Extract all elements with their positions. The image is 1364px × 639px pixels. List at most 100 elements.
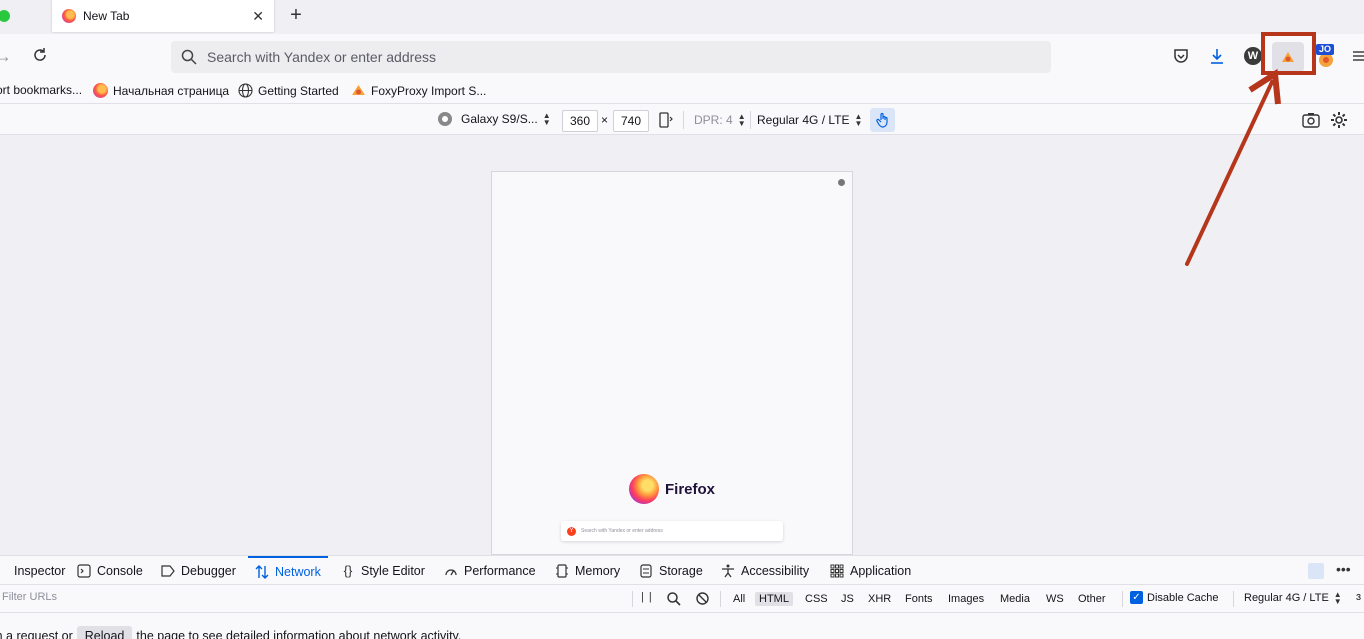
touch-simulation-button[interactable] <box>870 108 895 132</box>
tab-label: Network <box>275 564 321 579</box>
viewport-search-box[interactable]: Y Search with Yandex or enter address <box>561 521 783 541</box>
throttle-value: Regular 4G / LTE <box>757 113 850 127</box>
reload-icon[interactable] <box>32 47 48 63</box>
filter-all[interactable]: All <box>729 592 749 606</box>
network-throttling-select[interactable]: Regular 4G / LTE ▲ ▼ <box>1244 591 1342 606</box>
toolbar-separator <box>1122 591 1123 607</box>
select-arrows-icon: ▲ ▼ <box>542 111 551 127</box>
filter-ws[interactable]: WS <box>1042 592 1068 606</box>
url-input[interactable] <box>207 49 1007 65</box>
gear-icon[interactable] <box>838 179 845 186</box>
device-name: Galaxy S9/S... <box>461 112 538 126</box>
disable-cache-checkbox[interactable]: ✓ Disable Cache <box>1130 591 1219 604</box>
memory-icon <box>556 563 568 578</box>
search-icon[interactable] <box>667 592 681 606</box>
tab-label: Console <box>97 563 143 578</box>
foxyproxy-icon <box>352 85 365 95</box>
firefox-icon <box>93 83 108 98</box>
filter-js[interactable]: JS <box>837 592 858 606</box>
har-menu-icon[interactable]: ɜ <box>1356 591 1361 603</box>
dpr-value: DPR: 4 <box>694 113 733 127</box>
dock-side-icon[interactable] <box>1308 563 1324 579</box>
filter-xhr[interactable]: XHR <box>864 592 895 606</box>
forward-icon[interactable]: → <box>0 46 12 67</box>
firefox-wordmark: Firefox <box>665 480 716 498</box>
message-post: the page to see detailed information abo… <box>136 629 462 639</box>
tab-label: Storage <box>659 563 703 578</box>
dpr-selector[interactable]: DPR: 4 ▲ ▼ <box>694 112 746 128</box>
bookmark-getting-started[interactable]: Getting Started <box>238 83 339 98</box>
bookmark-label: Getting Started <box>258 83 339 98</box>
block-icon[interactable] <box>696 592 709 605</box>
tab-debugger[interactable]: Debugger <box>161 556 236 585</box>
device-selector[interactable]: Galaxy S9/S... ▲ ▼ <box>438 111 551 127</box>
device-viewport[interactable]: Firefox Y Search with Yandex or enter ad… <box>491 171 853 555</box>
camera-icon[interactable] <box>1302 112 1320 128</box>
performance-icon <box>445 568 457 575</box>
console-icon <box>77 563 91 578</box>
firefox-logo-icon <box>629 474 659 504</box>
tab-storage[interactable]: Storage <box>639 556 703 585</box>
filter-fonts[interactable]: Fonts <box>901 592 937 606</box>
tab-new-tab[interactable]: New Tab ✕ <box>52 0 274 32</box>
tab-label: Memory <box>575 563 621 578</box>
toolbar-separator <box>683 111 684 129</box>
network-empty-message: rm a request or Reload the page to see d… <box>0 626 461 639</box>
bookmark-foxyproxy-import[interactable]: FoxyProxy Import S... <box>351 83 486 98</box>
throttle-value: Regular 4G / LTE <box>1244 592 1329 604</box>
new-tab-button[interactable]: + <box>286 4 306 27</box>
bookmarks-toolbar: ort bookmarks... Начальная страница Gett… <box>0 76 1364 104</box>
bookmark-import[interactable]: ort bookmarks... <box>0 83 82 97</box>
tab-application[interactable]: Application <box>830 556 911 585</box>
url-bar[interactable] <box>171 41 1051 73</box>
tab-label: Style Editor <box>361 563 425 578</box>
viewport-width-input[interactable] <box>562 110 598 132</box>
hamburger-menu-icon[interactable] <box>1353 50 1364 62</box>
tab-label: Inspector <box>14 563 66 578</box>
tab-title: New Tab <box>83 9 130 23</box>
select-arrows-icon: ▲ ▼ <box>854 112 863 128</box>
viewport-height-input[interactable] <box>613 110 649 132</box>
dimension-separator: × <box>601 113 609 127</box>
filter-images[interactable]: Images <box>944 592 988 606</box>
toolbar-separator <box>750 111 751 129</box>
chrome-browser-icon <box>438 112 452 126</box>
network-icon <box>255 564 269 579</box>
touch-hand-icon <box>875 112 888 128</box>
tab-style-editor[interactable]: {} Style Editor <box>341 556 425 585</box>
firefox-branding: Firefox <box>629 474 715 504</box>
tab-label: Application <box>850 563 912 578</box>
reload-button[interactable]: Reload <box>76 626 133 639</box>
style-editor-icon: {} <box>343 563 353 578</box>
responsive-content-area: Firefox Y Search with Yandex or enter ad… <box>0 135 1364 555</box>
tab-console[interactable]: Console <box>77 556 143 585</box>
debugger-icon <box>161 564 175 577</box>
tab-inspector[interactable]: Inspector <box>0 556 65 585</box>
filter-media[interactable]: Media <box>996 592 1034 606</box>
viewport-search-placeholder: Search with Yandex or enter address <box>581 528 663 534</box>
disable-cache-label: Disable Cache <box>1147 591 1219 604</box>
bookmark-start-page[interactable]: Начальная страница <box>93 83 229 98</box>
gear-icon[interactable] <box>1330 111 1348 129</box>
tab-network[interactable]: Network <box>248 556 328 585</box>
filter-css[interactable]: CSS <box>801 592 832 606</box>
filter-other[interactable]: Other <box>1074 592 1110 606</box>
select-arrows-icon: ▲ ▼ <box>737 112 746 128</box>
pause-icon[interactable]: | | <box>641 591 653 603</box>
close-tab-icon[interactable]: ✕ <box>252 8 264 25</box>
filter-urls-input[interactable] <box>2 591 302 603</box>
search-icon <box>181 49 197 65</box>
globe-icon <box>238 83 253 98</box>
network-throttling-selector[interactable]: Regular 4G / LTE ▲ ▼ <box>757 112 863 128</box>
rotate-viewport-icon[interactable] <box>658 112 674 128</box>
filter-html[interactable]: HTML <box>755 592 793 606</box>
window-maximize-button[interactable] <box>0 10 10 22</box>
responsive-design-toolbar: Galaxy S9/S... ▲▼ × DPR: 4 ▲▼ Regular 4G… <box>0 105 1364 135</box>
more-options-icon[interactable]: ••• <box>1336 561 1351 577</box>
toolbar-separator <box>632 591 633 607</box>
nav-bar: → W <box>0 34 1364 76</box>
tab-memory[interactable]: Memory <box>555 556 620 585</box>
tab-performance[interactable]: Performance <box>444 556 536 585</box>
tab-accessibility[interactable]: Accessibility <box>721 556 809 585</box>
message-pre: rm a request or <box>0 629 73 639</box>
